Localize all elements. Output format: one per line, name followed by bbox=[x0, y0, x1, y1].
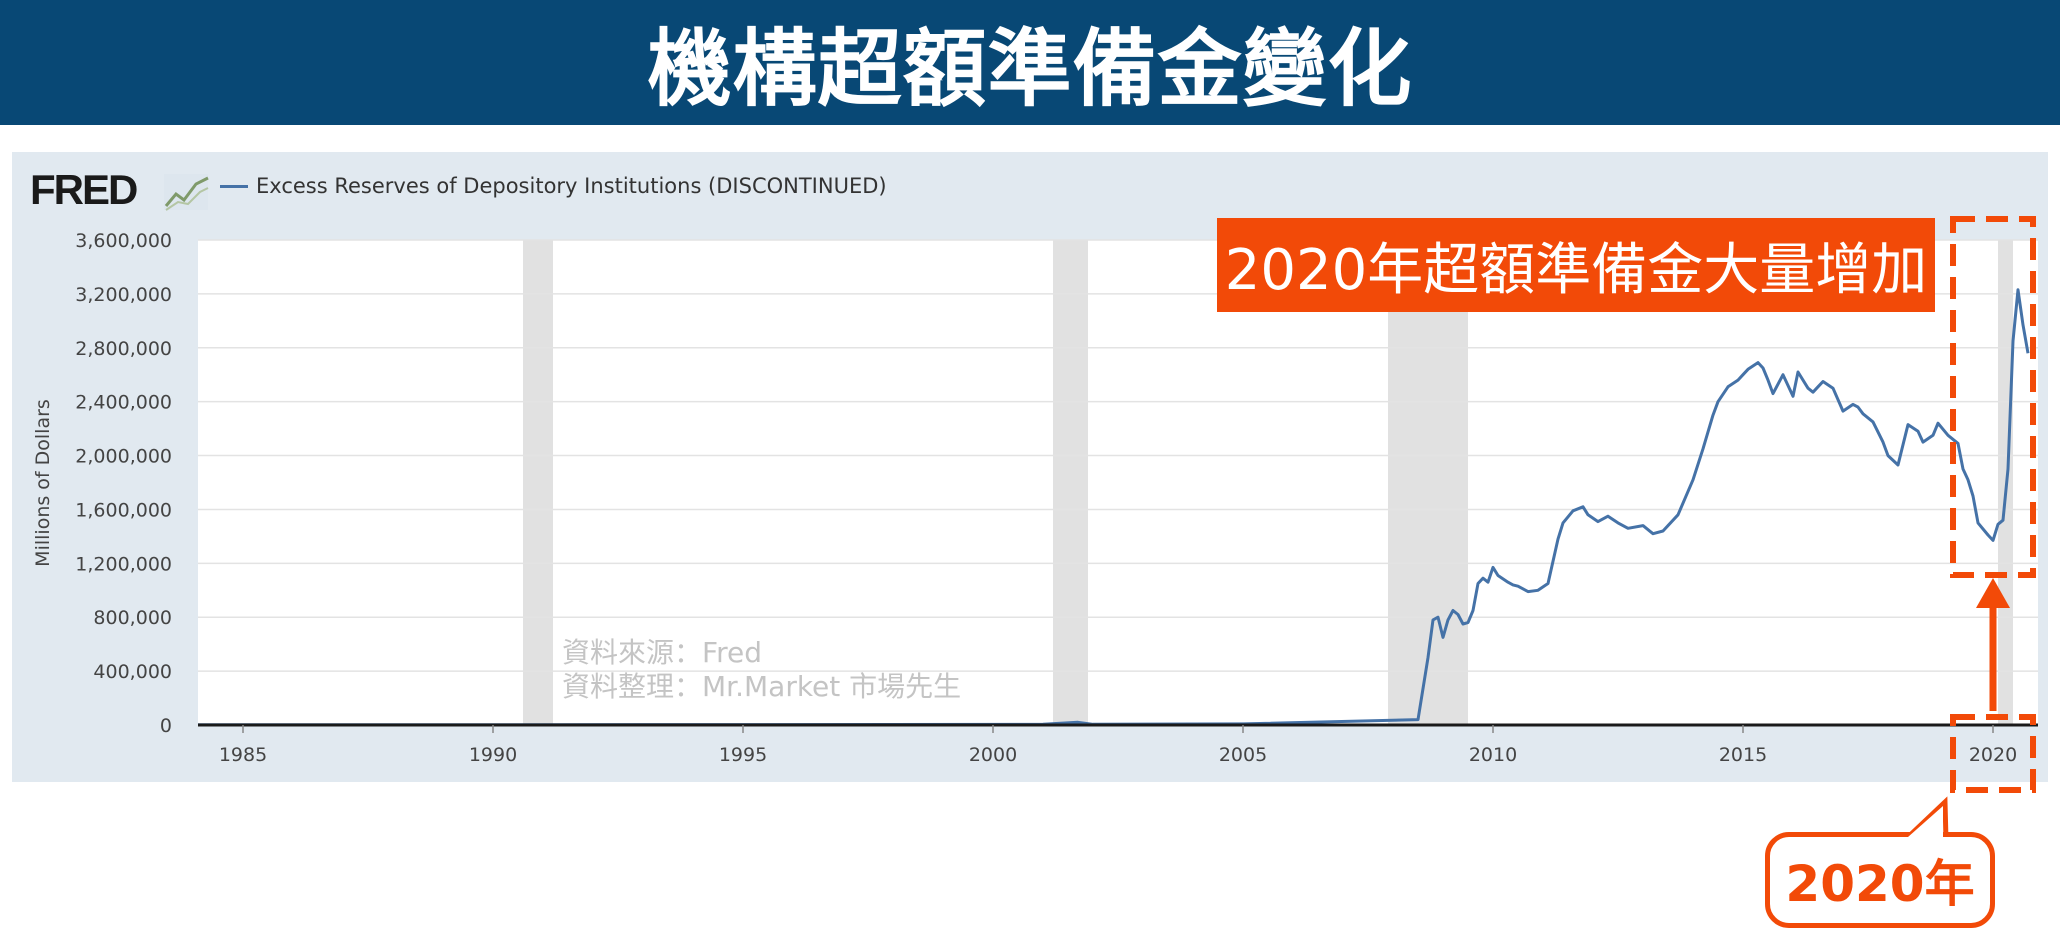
source-watermark: 資料來源：Fred 資料整理：Mr.Market 市場先生 bbox=[562, 636, 961, 704]
source-line-1: 資料來源：Fred bbox=[562, 636, 762, 669]
source-line-2: 資料整理：Mr.Market 市場先生 bbox=[562, 670, 962, 703]
bubble-pointer-cover bbox=[1908, 806, 1943, 837]
